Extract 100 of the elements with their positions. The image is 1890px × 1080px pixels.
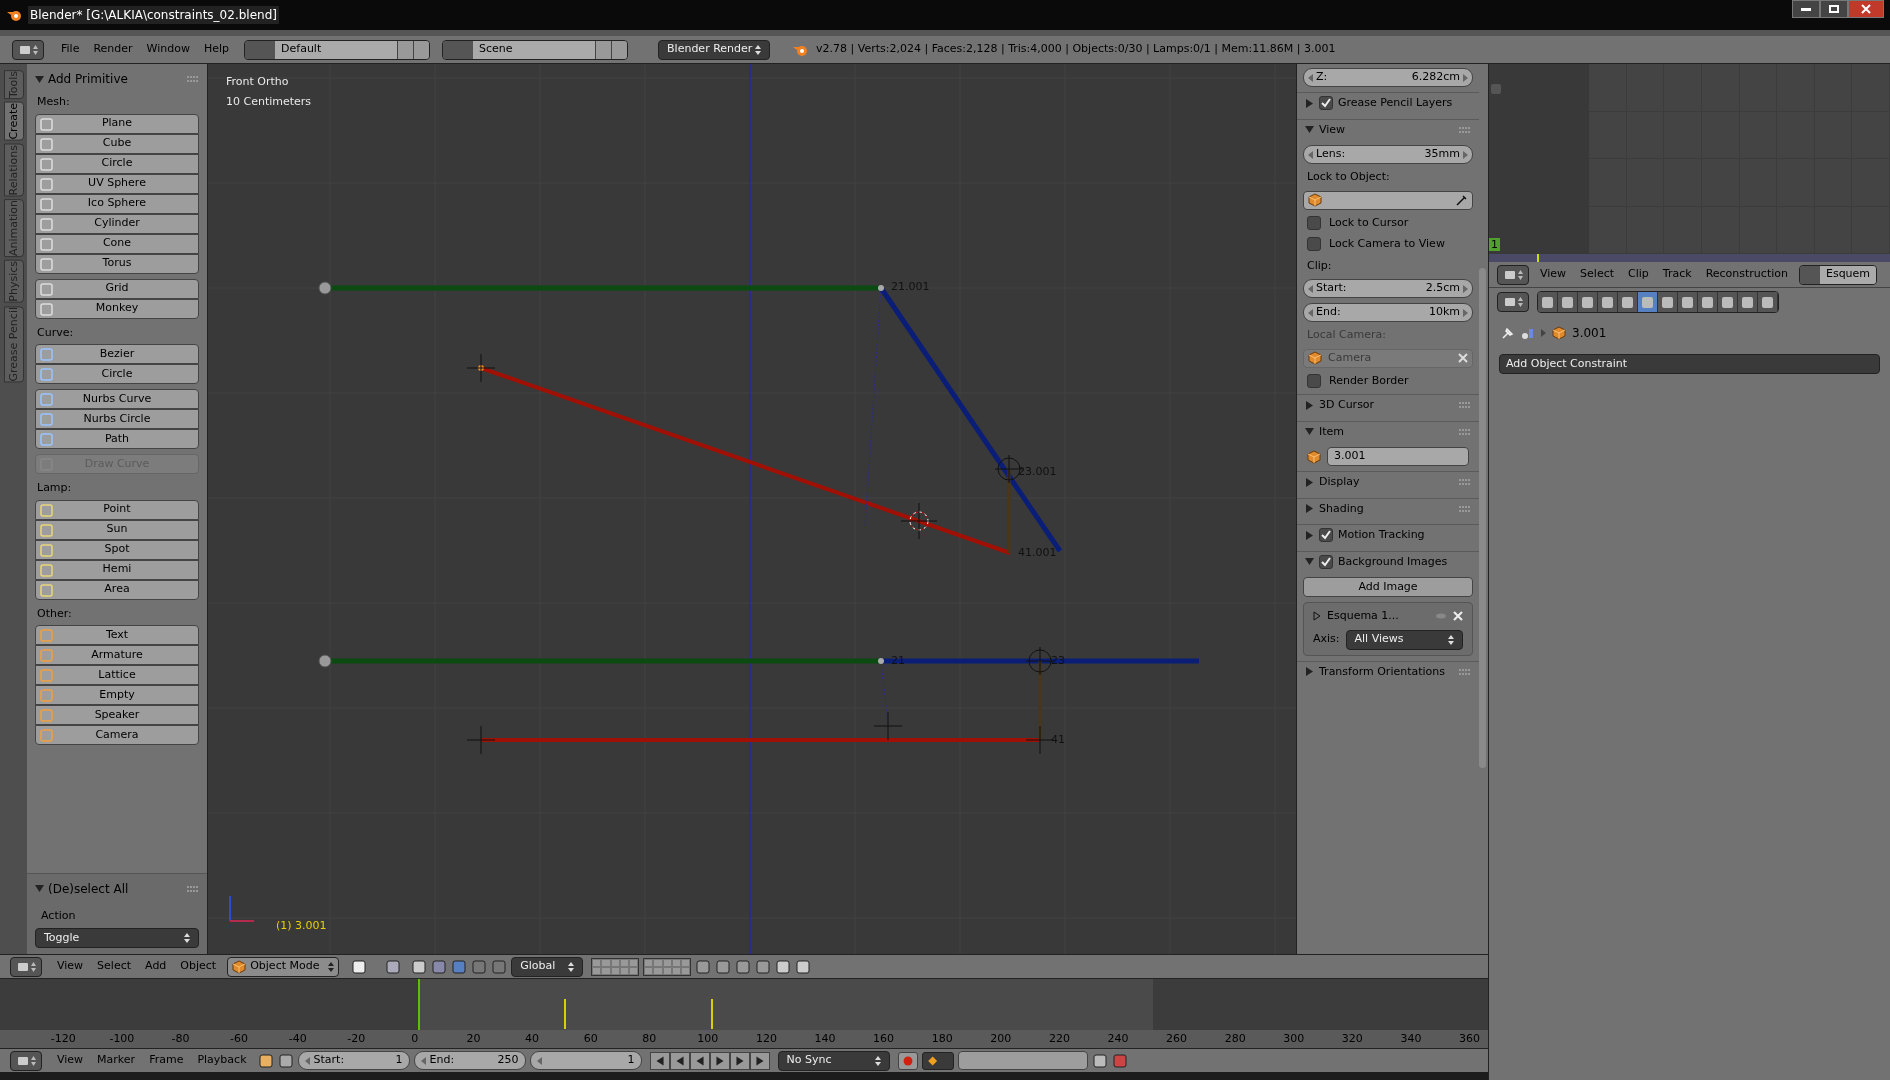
- decrement-arrow-icon[interactable]: [536, 1056, 542, 1065]
- properties-tab[interactable]: [1658, 292, 1678, 312]
- editor-type-icon[interactable]: [10, 956, 42, 977]
- jump-end-icon[interactable]: [749, 1051, 770, 1070]
- menu-item[interactable]: Add: [138, 958, 174, 975]
- collapse-triangle-icon[interactable]: [35, 74, 44, 84]
- checkbox[interactable]: [1307, 373, 1321, 388]
- drag-grip-icon[interactable]: [1459, 479, 1471, 486]
- menu-item[interactable]: Object: [173, 958, 224, 975]
- maximize-button[interactable]: [1820, 0, 1848, 18]
- menu-item[interactable]: Render: [86, 41, 140, 58]
- add-primitive-button[interactable]: Circle: [35, 153, 199, 174]
- panel-title[interactable]: Motion Tracking: [1338, 527, 1471, 544]
- orientation-dropdown[interactable]: Global: [511, 956, 584, 977]
- menu-item[interactable]: View: [1533, 266, 1574, 283]
- menu-item[interactable]: Track: [1655, 266, 1699, 283]
- checkbox-label[interactable]: Render Border: [1329, 372, 1409, 389]
- axis-dropdown[interactable]: All Views: [1345, 629, 1463, 650]
- editor-type-icon[interactable]: [1497, 264, 1529, 285]
- keying-set-field[interactable]: [957, 1051, 1088, 1070]
- expand-triangle-icon[interactable]: [1305, 667, 1314, 677]
- action-dropdown[interactable]: Toggle: [35, 928, 199, 948]
- decrement-arrow-icon[interactable]: [1308, 284, 1313, 293]
- decrement-arrow-icon[interactable]: [1308, 308, 1313, 317]
- menu-item[interactable]: Window: [139, 41, 197, 58]
- screen-layout-field[interactable]: Default: [244, 39, 431, 60]
- panel-title[interactable]: Transform Orientations: [1319, 663, 1454, 680]
- checkbox[interactable]: [1307, 215, 1321, 230]
- drag-grip-icon[interactable]: [1459, 428, 1471, 435]
- properties-tab[interactable]: [1598, 292, 1618, 312]
- menu-item[interactable]: Help: [196, 41, 237, 58]
- drag-grip-icon[interactable]: [1459, 668, 1471, 675]
- panel-title[interactable]: 3D Cursor: [1319, 397, 1454, 414]
- expand-triangle-icon[interactable]: [1313, 611, 1321, 622]
- add-primitive-button[interactable]: UV Sphere: [35, 173, 199, 194]
- editor-type-icon[interactable]: [10, 1050, 42, 1071]
- checkbox[interactable]: [1319, 96, 1333, 111]
- tool-shelf-tab[interactable]: Create: [3, 102, 24, 141]
- menu-item[interactable]: Select: [1573, 266, 1622, 283]
- increment-arrow-icon[interactable]: [1463, 150, 1468, 159]
- add-primitive-button[interactable]: Cone: [35, 233, 199, 254]
- properties-tab[interactable]: [1678, 292, 1698, 312]
- properties-tab[interactable]: [1758, 292, 1778, 312]
- checkbox-label[interactable]: Lock to Cursor: [1329, 214, 1409, 231]
- menu-item[interactable]: Playback: [190, 1052, 254, 1069]
- menu-item[interactable]: View: [50, 958, 91, 975]
- jump-start-icon[interactable]: [649, 1051, 670, 1070]
- drag-grip-icon[interactable]: [187, 885, 199, 892]
- add-primitive-button[interactable]: Circle: [35, 364, 199, 384]
- properties-tab[interactable]: [1718, 292, 1738, 312]
- panel-title[interactable]: View: [1319, 121, 1454, 138]
- add-primitive-button[interactable]: Monkey: [35, 298, 199, 319]
- layer-grid[interactable]: [591, 957, 640, 976]
- add-primitive-button[interactable]: Cylinder: [35, 213, 199, 234]
- panel-title[interactable]: Add Primitive: [48, 70, 183, 88]
- properties-tab[interactable]: [1618, 292, 1638, 312]
- add-primitive-button[interactable]: Text: [35, 625, 199, 645]
- decrement-arrow-icon[interactable]: [304, 1056, 310, 1065]
- sync-dropdown[interactable]: No Sync: [777, 1050, 890, 1071]
- add-primitive-button[interactable]: Sun: [35, 519, 199, 540]
- panel-title[interactable]: Grease Pencil Layers: [1338, 95, 1471, 112]
- add-primitive-button[interactable]: Nurbs Circle: [35, 409, 199, 429]
- drag-grip-icon[interactable]: [1459, 402, 1471, 409]
- expand-triangle-icon[interactable]: [1305, 477, 1314, 487]
- properties-tab[interactable]: [1738, 292, 1758, 312]
- decrement-arrow-icon[interactable]: [1308, 150, 1313, 159]
- add-primitive-button[interactable]: Torus: [35, 253, 199, 274]
- frame-field[interactable]: 1: [529, 1051, 642, 1070]
- add-primitive-button[interactable]: Cube: [35, 133, 199, 154]
- render-engine-dropdown[interactable]: Blender Render: [658, 39, 771, 60]
- eyedropper-icon[interactable]: [1456, 194, 1468, 206]
- add-primitive-button[interactable]: Armature: [35, 645, 199, 665]
- add-primitive-button[interactable]: Grid: [35, 278, 199, 299]
- checkbox-label[interactable]: Lock Camera to View: [1329, 236, 1445, 253]
- close-button[interactable]: [1848, 0, 1884, 18]
- decrement-arrow-icon[interactable]: [420, 1056, 426, 1065]
- menu-item[interactable]: View: [50, 1052, 91, 1069]
- increment-arrow-icon[interactable]: [1463, 308, 1468, 317]
- pin-icon[interactable]: [1501, 326, 1515, 340]
- add-primitive-button[interactable]: Empty: [35, 685, 199, 705]
- panel-title[interactable]: Shading: [1319, 500, 1454, 517]
- add-primitive-button[interactable]: Nurbs Curve: [35, 389, 199, 409]
- add-primitive-button[interactable]: Area: [35, 579, 199, 600]
- checkbox[interactable]: [1319, 528, 1333, 543]
- properties-tab[interactable]: [1638, 292, 1658, 312]
- add-primitive-button[interactable]: Plane: [35, 113, 199, 134]
- add-primitive-button[interactable]: Bezier: [35, 344, 199, 364]
- expand-triangle-icon[interactable]: [1305, 504, 1314, 514]
- add-constraint-dropdown[interactable]: Add Object Constraint: [1499, 354, 1880, 374]
- collapse-triangle-icon[interactable]: [1305, 557, 1314, 567]
- add-primitive-button[interactable]: Spot: [35, 539, 199, 560]
- scrollbar[interactable]: [1479, 268, 1486, 768]
- add-primitive-button[interactable]: Path: [35, 429, 199, 449]
- collapse-triangle-icon[interactable]: [1305, 427, 1314, 437]
- layer-grid[interactable]: [643, 957, 692, 976]
- frame-field[interactable]: Start: 1: [297, 1051, 410, 1070]
- increment-arrow-icon[interactable]: [1463, 284, 1468, 293]
- menu-item[interactable]: File: [54, 41, 87, 58]
- next-key-icon[interactable]: [729, 1051, 750, 1070]
- add-primitive-button[interactable]: Ico Sphere: [35, 193, 199, 214]
